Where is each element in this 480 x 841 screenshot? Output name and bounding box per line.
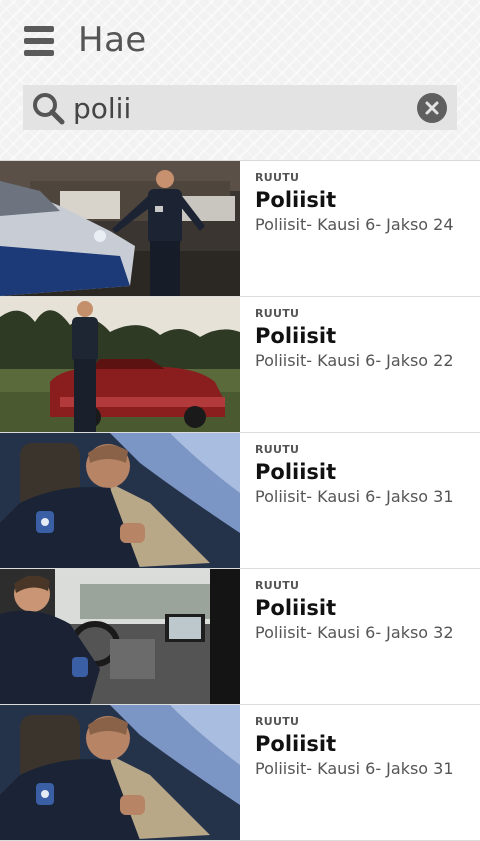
search-results-list: RUUTU Poliisit Poliisit- Kausi 6- Jakso … <box>0 161 480 841</box>
hamburger-menu-icon[interactable] <box>24 26 54 56</box>
episode-info: Poliisit- Kausi 6- Jakso 31 <box>255 759 454 778</box>
clear-search-icon[interactable] <box>417 93 447 123</box>
episode-info: Poliisit- Kausi 6- Jakso 22 <box>255 351 454 370</box>
search-bar <box>23 85 457 130</box>
show-title: Poliisit <box>255 460 337 484</box>
channel-label: RUUTU <box>255 579 300 592</box>
episode-info: Poliisit- Kausi 6- Jakso 24 <box>255 215 454 234</box>
search-input[interactable] <box>73 89 413 127</box>
show-title: Poliisit <box>255 324 337 348</box>
channel-label: RUUTU <box>255 171 300 184</box>
episode-thumbnail <box>0 433 240 568</box>
app-header: Hae <box>0 0 480 161</box>
episode-info: Poliisit- Kausi 6- Jakso 32 <box>255 623 454 642</box>
result-item[interactable]: RUUTU Poliisit Poliisit- Kausi 6- Jakso … <box>0 433 480 569</box>
episode-thumbnail <box>0 161 240 296</box>
channel-label: RUUTU <box>255 715 300 728</box>
episode-thumbnail <box>0 705 240 840</box>
result-item[interactable]: RUUTU Poliisit Poliisit- Kausi 6- Jakso … <box>0 569 480 705</box>
page-title: Hae <box>78 20 147 60</box>
result-item[interactable]: RUUTU Poliisit Poliisit- Kausi 6- Jakso … <box>0 161 480 297</box>
channel-label: RUUTU <box>255 307 300 320</box>
show-title: Poliisit <box>255 188 337 212</box>
search-icon <box>33 93 65 125</box>
episode-thumbnail <box>0 297 240 432</box>
result-item[interactable]: RUUTU Poliisit Poliisit- Kausi 6- Jakso … <box>0 705 480 841</box>
channel-label: RUUTU <box>255 443 300 456</box>
episode-thumbnail <box>0 569 240 704</box>
show-title: Poliisit <box>255 596 337 620</box>
episode-info: Poliisit- Kausi 6- Jakso 31 <box>255 487 454 506</box>
show-title: Poliisit <box>255 732 337 756</box>
result-item[interactable]: RUUTU Poliisit Poliisit- Kausi 6- Jakso … <box>0 297 480 433</box>
